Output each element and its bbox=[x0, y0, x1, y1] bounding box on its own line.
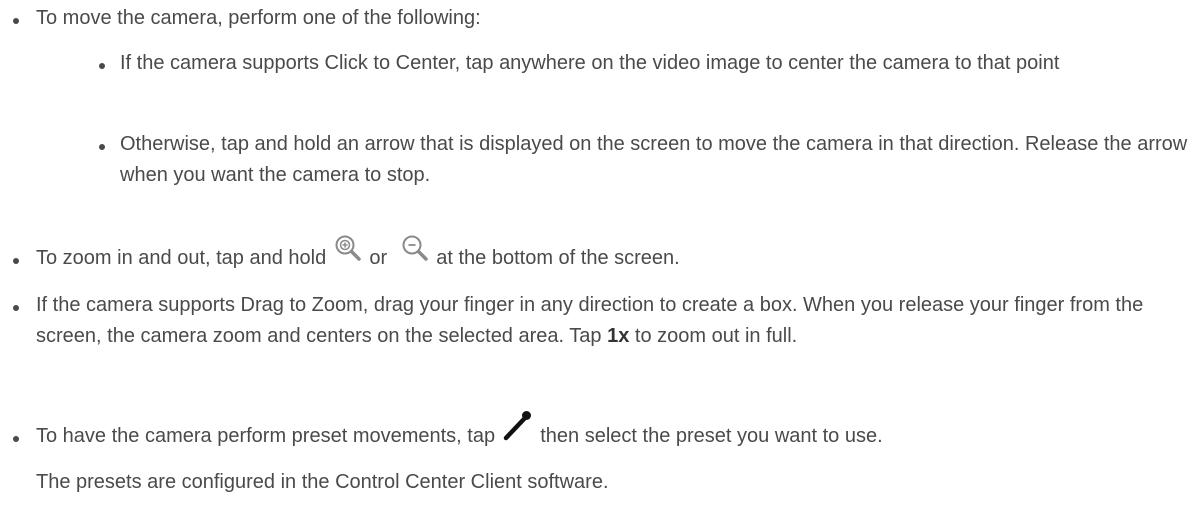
move-intro-text: To move the camera, perform one of the f… bbox=[36, 7, 481, 29]
drag-zoom-text-before: If the camera supports Drag to Zoom, dra… bbox=[36, 294, 1144, 347]
preset-note: The presets are configured in the Contro… bbox=[36, 471, 609, 493]
zoom-or-text: or bbox=[369, 247, 388, 269]
list-item-arrow-move: Otherwise, tap and hold an arrow that is… bbox=[0, 129, 1198, 191]
zoom-in-icon[interactable] bbox=[332, 235, 364, 274]
preset-text-after: then select the preset you want to use. bbox=[540, 425, 883, 447]
drag-zoom-text-after: to zoom out in full. bbox=[629, 325, 798, 347]
click-to-center-text: If the camera supports Click to Center, … bbox=[120, 52, 1060, 74]
list-item-move-camera: To move the camera, perform one of the f… bbox=[0, 3, 1196, 34]
zoom-out-icon[interactable] bbox=[399, 235, 431, 274]
zoom-1x-label: 1x bbox=[607, 325, 630, 347]
preset-wand-icon[interactable] bbox=[501, 411, 535, 452]
preset-text-before: To have the camera perform preset moveme… bbox=[36, 425, 501, 447]
list-item-drag-to-zoom: If the camera supports Drag to Zoom, dra… bbox=[0, 290, 1198, 352]
list-item-click-to-center: If the camera supports Click to Center, … bbox=[0, 48, 1198, 79]
zoom-text-before: To zoom in and out, tap and hold bbox=[36, 247, 332, 269]
arrow-move-text: Otherwise, tap and hold an arrow that is… bbox=[120, 133, 1188, 186]
list-item-zoom: To zoom in and out, tap and hold or at t… bbox=[0, 235, 1196, 274]
zoom-text-after: at the bottom of the screen. bbox=[436, 247, 680, 269]
list-item-preset: To have the camera perform preset moveme… bbox=[0, 411, 1198, 452]
